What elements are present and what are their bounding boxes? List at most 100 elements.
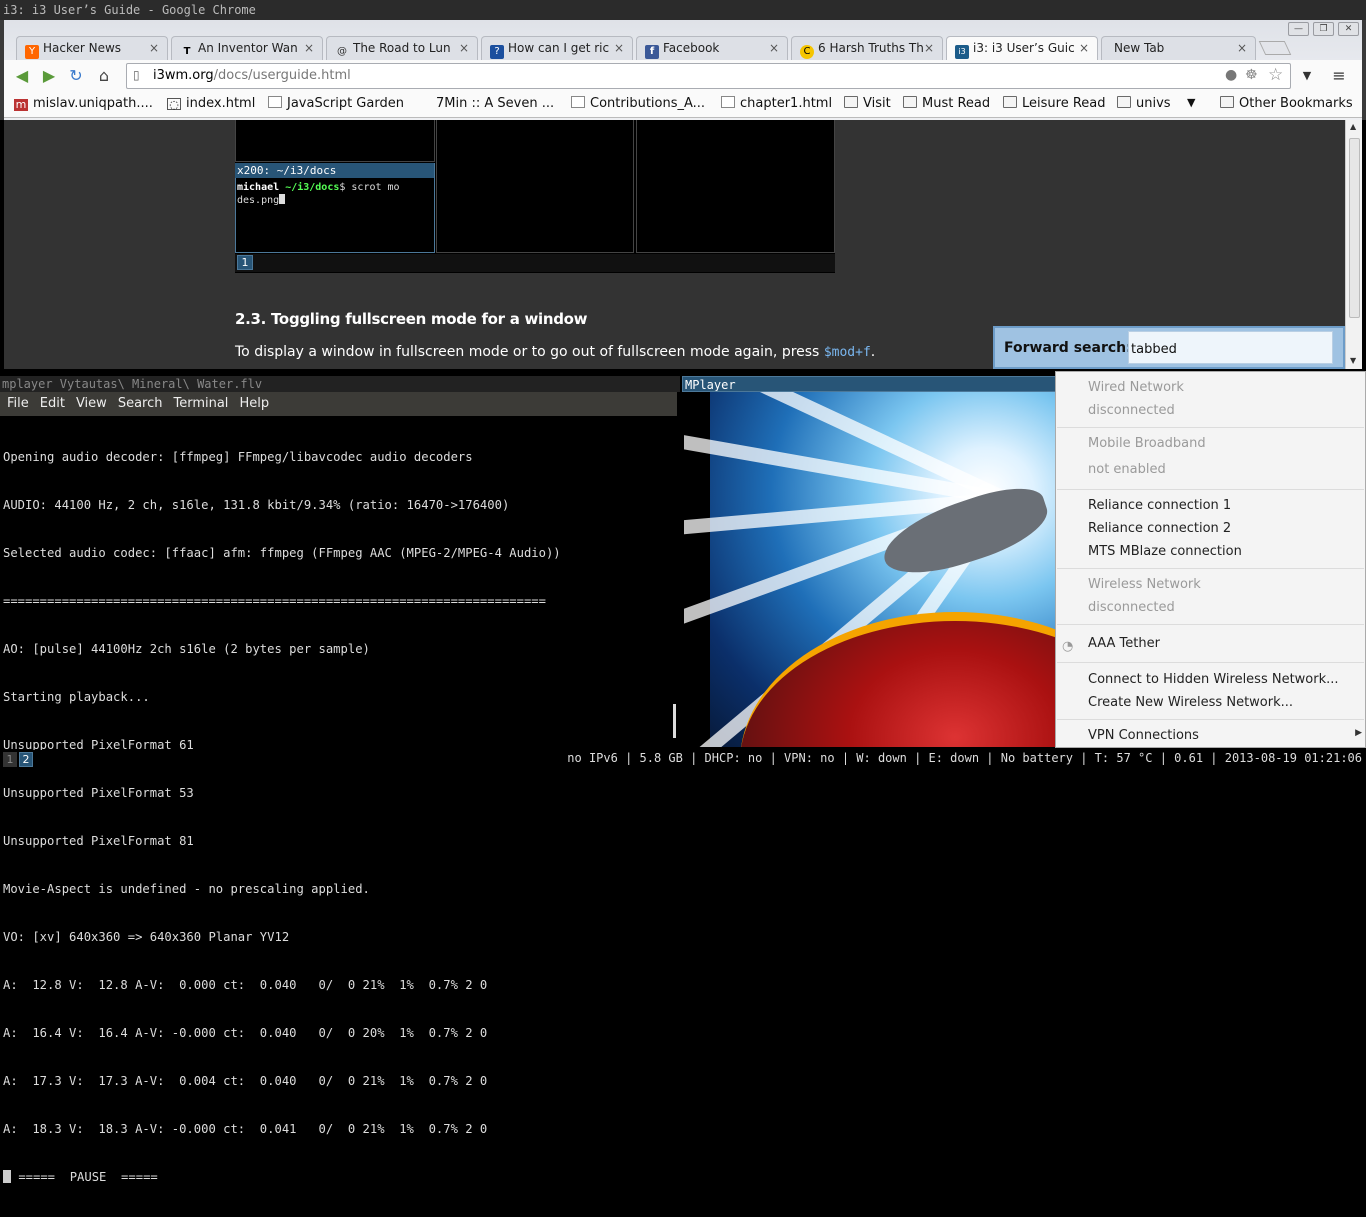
- close-icon[interactable]: ×: [1079, 41, 1089, 55]
- scroll-up-icon[interactable]: ▲: [1350, 122, 1356, 131]
- close-icon[interactable]: ×: [769, 41, 779, 55]
- close-icon[interactable]: ×: [1237, 41, 1247, 55]
- minimize-button[interactable]: —: [1288, 22, 1309, 36]
- video-frame: [684, 392, 1056, 747]
- page-scrollbar[interactable]: ▲ ▼: [1345, 120, 1362, 369]
- folder-icon: [1003, 96, 1017, 108]
- i3-icon: i3: [955, 45, 969, 59]
- wifi-signal-icon: ◔: [1062, 639, 1074, 654]
- menu-item-aaa-tether[interactable]: AAA Tether: [1088, 636, 1160, 651]
- status-line: no IPv6 | 5.8 GB | DHCP: no | VPN: no | …: [567, 751, 1362, 765]
- tab-cracked[interactable]: C6 Harsh Truths Th ×: [791, 36, 943, 60]
- bookmark-item[interactable]: Contributions_A...: [571, 96, 705, 111]
- bookmark-icon: m: [14, 98, 28, 111]
- mini-workspace-bar: 1: [235, 254, 835, 272]
- bookmark-folder[interactable]: univs: [1117, 96, 1171, 111]
- bookmark-item[interactable]: JavaScript Garden: [268, 96, 404, 111]
- window-title: i3: i3 User’s Guide - Google Chrome: [0, 0, 1366, 20]
- page-icon: ▯: [133, 68, 140, 82]
- tab-road-to-lunar[interactable]: @ The Road to Lun ×: [326, 36, 478, 60]
- tab-new-tab[interactable]: New Tab ×: [1101, 36, 1256, 60]
- question-icon: ?: [490, 45, 504, 59]
- terminal-window[interactable]: File Edit View Search Terminal Help Opening a…: [0, 392, 679, 1184]
- scrollbar-thumb[interactable]: [1349, 138, 1360, 318]
- forward-search-label: Forward search: ?: [1004, 340, 1145, 356]
- mini-workspace-number: 1: [237, 255, 253, 270]
- menu-item-vpn[interactable]: VPN Connections: [1088, 728, 1199, 743]
- menu-view[interactable]: View: [76, 396, 107, 411]
- nytimes-icon: T: [183, 46, 191, 57]
- menu-file[interactable]: File: [7, 396, 29, 411]
- mobile-broadband-status: not enabled: [1088, 462, 1166, 477]
- close-icon[interactable]: ×: [614, 41, 624, 55]
- address-bar[interactable]: ▯ i3wm.org/docs/userguide.html ● ☸ ☆: [126, 63, 1291, 89]
- menu-item-reliance-2[interactable]: Reliance connection 2: [1088, 521, 1231, 536]
- microphone-icon[interactable]: ●: [1225, 67, 1237, 83]
- menu-help[interactable]: Help: [239, 396, 269, 411]
- tab-stackexchange[interactable]: ? How can I get ric ×: [481, 36, 633, 60]
- home-icon[interactable]: ⌂: [94, 66, 114, 86]
- mplayer-window[interactable]: [684, 392, 1056, 747]
- forward-search-box: Forward search: ? tabbed: [993, 326, 1345, 369]
- bookmark-star-icon[interactable]: ☆: [1268, 65, 1283, 85]
- terminal-scrollbar[interactable]: [673, 704, 676, 738]
- scroll-down-icon[interactable]: ▼: [1350, 356, 1356, 365]
- bookmark-folder[interactable]: Visit: [844, 96, 891, 111]
- close-icon[interactable]: ×: [459, 41, 469, 55]
- tab-inventor[interactable]: T An Inventor Wan ×: [171, 36, 323, 60]
- wired-network-header: Wired Network: [1088, 380, 1184, 395]
- wireless-network-status: disconnected: [1088, 600, 1175, 615]
- menu-item-reliance-1[interactable]: Reliance connection 1: [1088, 498, 1231, 513]
- menu-terminal[interactable]: Terminal: [173, 396, 228, 411]
- close-icon[interactable]: ×: [924, 41, 934, 55]
- back-icon[interactable]: ◀: [12, 66, 32, 86]
- bookmark-item[interactable]: chapter1.html: [721, 96, 832, 111]
- chrome-browser: Y Hacker News × T An Inventor Wan × @ The Roa…: [0, 20, 1366, 120]
- page-icon: [571, 96, 585, 108]
- forward-icon[interactable]: ▶: [39, 66, 59, 86]
- mini-pane-title: x200: ~/i3/docs: [235, 163, 434, 178]
- new-tab-button[interactable]: [1258, 41, 1292, 55]
- forward-search-input[interactable]: tabbed: [1128, 331, 1333, 364]
- extension-icon[interactable]: ☸: [1245, 67, 1258, 83]
- wireless-network-header: Wireless Network: [1088, 577, 1201, 592]
- menu-item-new-network[interactable]: Create New Wireless Network...: [1088, 695, 1293, 710]
- workspace-button-2[interactable]: 2: [19, 752, 33, 767]
- close-window-button[interactable]: ✕: [1338, 22, 1359, 36]
- menu-separator: [1057, 427, 1364, 428]
- menu-item-mts-mblaze[interactable]: MTS MBlaze connection: [1088, 544, 1242, 559]
- menu-item-hidden-network[interactable]: Connect to Hidden Wireless Network...: [1088, 672, 1339, 687]
- network-menu: Wired Network disconnected Mobile Broadb…: [1055, 371, 1366, 748]
- code-keybinding: $mod+f: [823, 345, 871, 360]
- page-content: x200: ~/i3/docs michael ~/i3/docs$ scrot…: [4, 120, 1345, 369]
- terminal-cursor: [3, 1170, 11, 1183]
- menu-search[interactable]: Search: [118, 396, 163, 411]
- chevron-down-icon[interactable]: ▼: [1187, 96, 1195, 109]
- close-icon[interactable]: ×: [149, 41, 159, 55]
- page-icon: [268, 96, 282, 108]
- workspace-button-1[interactable]: 1: [3, 752, 17, 767]
- tab-i3-user-guide[interactable]: i3 i3: i3 User’s Guic ×: [946, 36, 1098, 61]
- bookmark-folder[interactable]: Must Read: [903, 96, 990, 111]
- globe-icon: ◌: [167, 98, 181, 111]
- mplayer-window-title: MPlayer: [682, 376, 1056, 392]
- tab-facebook[interactable]: f Facebook ×: [636, 36, 788, 60]
- bookmark-folder[interactable]: Leisure Read: [1003, 96, 1106, 111]
- menu-separator: [1057, 489, 1364, 490]
- bookmark-item[interactable]: m mislav.uniqpath....: [14, 96, 153, 111]
- bookmark-folder[interactable]: Other Bookmarks: [1220, 96, 1353, 111]
- tab-hacker-news[interactable]: Y Hacker News ×: [16, 36, 168, 60]
- bookmark-item[interactable]: ◌ index.html: [167, 96, 255, 111]
- wired-network-status: disconnected: [1088, 403, 1175, 418]
- folder-icon: [1220, 96, 1234, 108]
- menu-icon[interactable]: ≡: [1329, 66, 1349, 86]
- folder-icon: [844, 96, 858, 108]
- reload-icon[interactable]: ↻: [66, 66, 86, 86]
- dropdown-icon[interactable]: ▼: [1297, 66, 1317, 86]
- maximize-button[interactable]: ❐: [1313, 22, 1334, 36]
- bookmark-item[interactable]: 7Min :: A Seven ...: [417, 96, 554, 111]
- close-icon[interactable]: ×: [304, 41, 314, 55]
- menu-edit[interactable]: Edit: [40, 396, 65, 411]
- url-text: i3wm.org/docs/userguide.html: [153, 68, 351, 83]
- menu-separator: [1057, 568, 1364, 569]
